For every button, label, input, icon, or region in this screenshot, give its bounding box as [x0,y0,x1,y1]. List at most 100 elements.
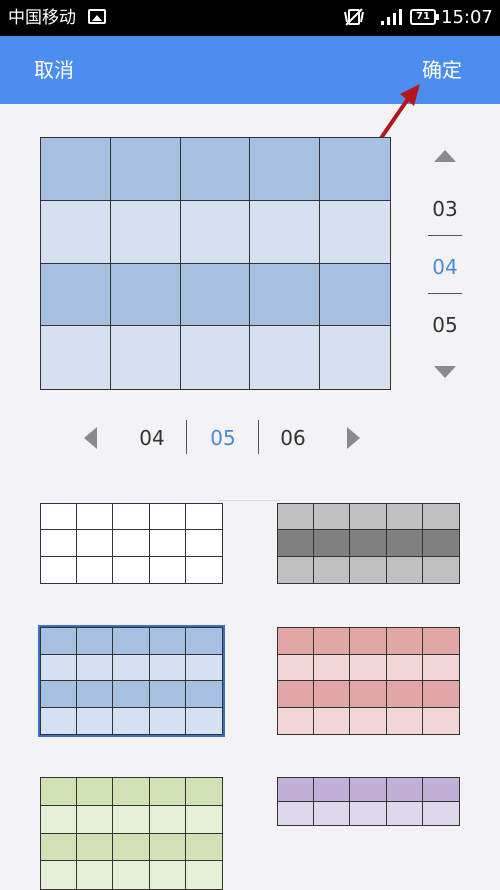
style-thumbnail-cell [77,654,114,681]
style-thumbnail-cell [185,504,222,531]
table-preview-cell [110,138,181,201]
style-thumbnail-cell [113,681,150,708]
section-divider [218,500,280,501]
style-thumbnail-cell [149,628,186,655]
style-thumbnail-cell [113,530,150,557]
style-thumbnail-cell [278,707,315,734]
style-thumbnail-cell [185,628,222,655]
style-thumbnail-cell [278,504,315,531]
style-thumbnail-cell [185,530,222,557]
style-thumbnail-cell [77,805,114,834]
style-thumbnail-cell [185,707,222,734]
style-thumbnail-cell [350,654,387,681]
style-thumbnail-cell [41,654,78,681]
style-thumbnail-cell [41,504,78,531]
style-thumbnail-cell [41,861,78,889]
table-preview-cell [250,263,321,327]
table-preview [40,137,391,390]
style-thumbnail-cell [113,556,150,583]
style-thumbnail-cell [386,504,423,531]
style-thumbnail-cell [278,556,315,583]
style-thumbnail-cell [41,778,78,806]
style-thumbnail-cell [278,654,315,681]
rows-up-arrow-icon[interactable] [434,150,456,162]
style-thumbnail-cell [41,707,78,734]
clock: 15:07 [441,7,493,28]
columns-option-next[interactable]: 06 [268,425,318,451]
carrier-name: 中国移动 [8,8,76,28]
style-thumbnail-cell [185,681,222,708]
style-thumbnail-cell [149,861,186,889]
rows-option-next[interactable]: 05 [420,312,470,338]
table-preview-cell [250,138,321,201]
battery-icon: 71 [410,9,439,25]
columns-option-prev[interactable]: 04 [127,425,177,451]
table-preview-cell [180,263,251,327]
style-thumbnail-red[interactable] [277,627,460,735]
style-thumbnail-cell [41,681,78,708]
style-thumbnail-cell [113,778,150,806]
table-preview-cell [320,138,390,201]
style-thumbnail-cell [149,504,186,531]
style-thumbnail-cell [41,833,78,862]
style-thumbnail-cell [41,805,78,834]
style-thumbnail-white[interactable] [40,503,223,584]
style-thumbnail-cell [278,778,315,802]
columns-divider-right [258,420,259,454]
style-thumbnail-cell [386,628,423,655]
table-preview-cell [320,326,390,389]
style-thumbnail-gray[interactable] [277,503,460,584]
style-thumbnail-cell [149,556,186,583]
style-thumbnail-blue[interactable] [38,625,225,737]
style-thumbnail-cell [314,504,351,531]
style-thumbnail-cell [422,556,459,583]
style-thumbnail-cell [77,861,114,889]
style-thumbnail-cell [350,707,387,734]
table-preview-cell [180,138,251,201]
columns-divider-left [186,420,187,454]
rows-down-arrow-icon[interactable] [434,366,456,378]
style-thumbnail-cell [422,801,459,825]
style-thumbnail-cell [422,504,459,531]
style-thumbnail-cell [149,778,186,806]
style-thumbnail-cell [41,628,78,655]
rows-divider-bottom [428,293,462,294]
style-thumbnail-green[interactable] [40,777,223,890]
table-preview-cell [320,263,390,327]
style-thumbnail-cell [149,530,186,557]
style-thumbnail-cell [41,556,78,583]
style-thumbnail-cell [113,628,150,655]
style-thumbnail-cell [113,861,150,889]
table-preview-cell [41,263,111,327]
style-thumbnail-cell [185,556,222,583]
style-thumbnail-cell [350,504,387,531]
style-thumbnail-cell [278,530,315,557]
table-preview-cell [41,200,111,264]
columns-left-arrow-icon[interactable] [84,427,97,449]
style-thumbnail-cell [422,628,459,655]
style-thumbnail-cell [314,628,351,655]
style-thumbnail-cell [113,707,150,734]
rows-option-selected[interactable]: 04 [420,254,470,280]
style-thumbnail-cell [314,801,351,825]
signal-icon [381,9,402,25]
cancel-button[interactable]: 取消 [34,56,74,84]
columns-right-arrow-icon[interactable] [347,427,360,449]
table-preview-cell [250,326,321,389]
style-thumbnail-cell [77,530,114,557]
style-thumbnail-cell [278,801,315,825]
style-thumbnail-cell [386,801,423,825]
style-thumbnail-cell [77,707,114,734]
style-thumbnail-cell [185,805,222,834]
table-preview-cell [110,200,181,264]
columns-option-selected[interactable]: 05 [198,425,248,451]
rows-option-prev[interactable]: 03 [420,196,470,222]
style-thumbnail-cell [185,833,222,862]
table-preview-cell [110,326,181,389]
style-thumbnail-purple[interactable] [277,777,460,826]
style-thumbnail-cell [149,681,186,708]
style-thumbnail-cell [314,556,351,583]
table-preview-cell [320,200,390,264]
style-thumbnail-cell [77,628,114,655]
table-preview-cell [41,326,111,389]
